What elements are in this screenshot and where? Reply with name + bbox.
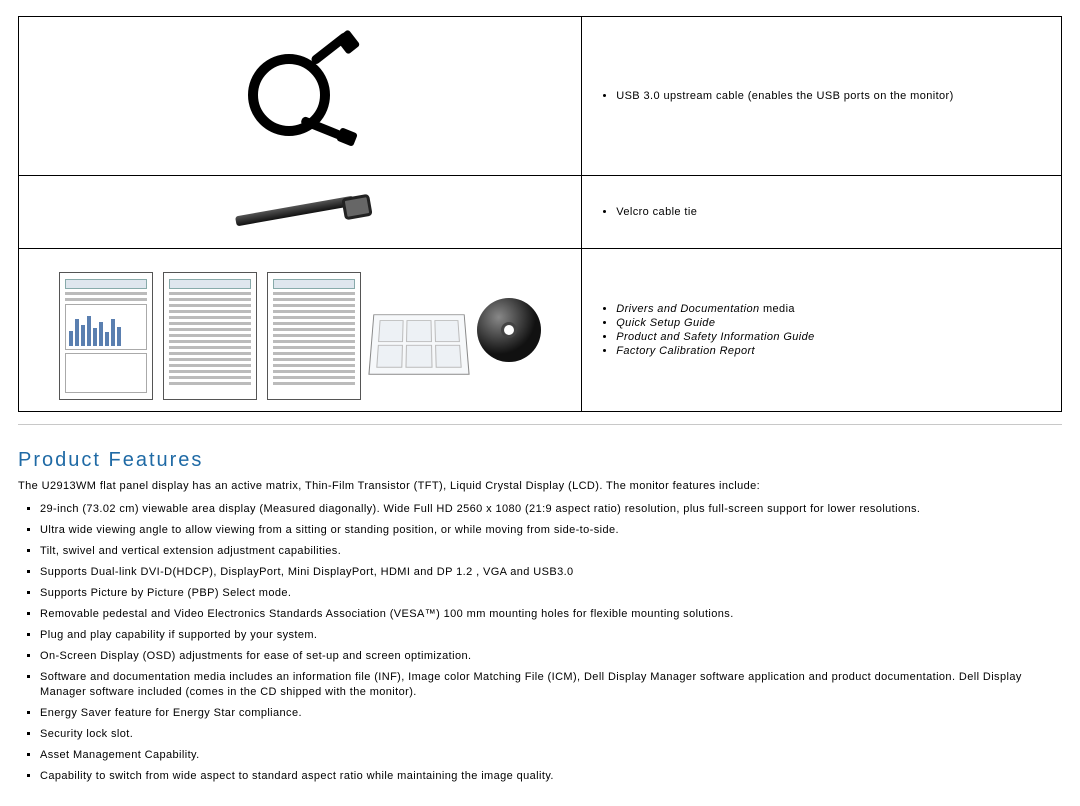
docs-image-cell [19, 249, 582, 412]
list-item: Drivers and Documentation media [616, 303, 1051, 315]
drivers-media-italic: Drivers and Documentation [616, 303, 759, 315]
list-item: Energy Saver feature for Energy Star com… [40, 706, 1062, 722]
documentation-icon [29, 260, 571, 400]
list-item: Capability to switch from wide aspect to… [40, 769, 1062, 785]
list-item: On-Screen Display (OSD) adjustments for … [40, 649, 1062, 665]
velcro-tie-icon [225, 194, 375, 230]
section-divider [18, 424, 1062, 425]
list-item: Supports Dual-link DVI-D(HDCP), DisplayP… [40, 565, 1062, 581]
usb-cable-image-cell [19, 17, 582, 176]
usb-cable-icon [230, 36, 370, 156]
feature-list: 29-inch (73.02 cm) viewable area display… [18, 502, 1062, 785]
list-item: 29-inch (73.02 cm) viewable area display… [40, 502, 1062, 518]
list-item: Velcro cable tie [616, 206, 1051, 218]
list-item: Tilt, swivel and vertical extension adju… [40, 544, 1062, 560]
intro-paragraph: The U2913WM flat panel display has an ac… [18, 480, 1062, 492]
list-item: Product and Safety Information Guide [616, 331, 1051, 343]
list-item: USB 3.0 upstream cable (enables the USB … [616, 90, 1051, 102]
velcro-desc-cell: Velcro cable tie [582, 176, 1062, 249]
drivers-media-suffix: media [760, 303, 795, 315]
usb-cable-desc-cell: USB 3.0 upstream cable (enables the USB … [582, 17, 1062, 176]
list-item: Plug and play capability if supported by… [40, 628, 1062, 644]
list-item: Supports Picture by Picture (PBP) Select… [40, 586, 1062, 602]
table-row: Velcro cable tie [19, 176, 1062, 249]
list-item: Asset Management Capability. [40, 748, 1062, 764]
section-title: Product Features [18, 449, 1062, 472]
list-item: Quick Setup Guide [616, 317, 1051, 329]
list-item: Security lock slot. [40, 727, 1062, 743]
list-item: Removable pedestal and Video Electronics… [40, 607, 1062, 623]
list-item: Factory Calibration Report [616, 345, 1051, 357]
list-item: Ultra wide viewing angle to allow viewin… [40, 523, 1062, 539]
velcro-image-cell [19, 176, 582, 249]
table-row: Drivers and Documentation media Quick Se… [19, 249, 1062, 412]
table-row: USB 3.0 upstream cable (enables the USB … [19, 17, 1062, 176]
cd-icon [477, 298, 541, 362]
package-contents-table: USB 3.0 upstream cable (enables the USB … [18, 16, 1062, 412]
list-item: Software and documentation media include… [40, 670, 1062, 702]
docs-desc-cell: Drivers and Documentation media Quick Se… [582, 249, 1062, 412]
